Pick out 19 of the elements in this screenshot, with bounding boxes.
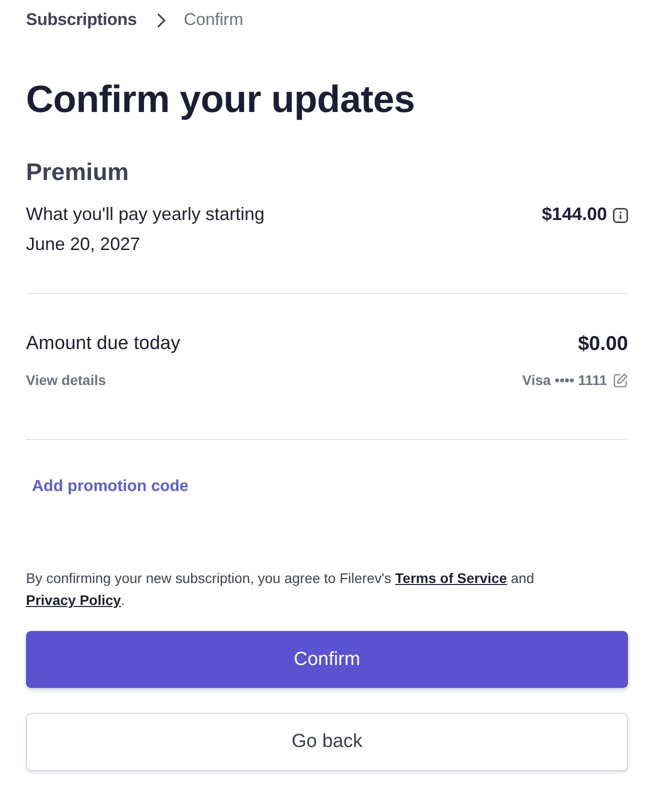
plan-price: $144.00 [542, 203, 607, 226]
terms-link[interactable]: Terms of Service [395, 570, 507, 586]
amount-due-label: Amount due today [26, 332, 180, 356]
info-icon[interactable] [613, 208, 628, 222]
confirm-button[interactable]: Confirm [26, 631, 628, 688]
payment-method: Visa •••• 1111 [522, 371, 607, 390]
edit-icon[interactable] [613, 372, 628, 388]
policy-link[interactable]: Privacy Policy [26, 592, 121, 608]
breadcrumb-current: Confirm [184, 10, 244, 30]
breadcrumb-link[interactable]: Subscriptions [26, 10, 137, 30]
plan-name: Premium [26, 158, 130, 188]
plan-description: What you'll pay yearly starting June 20, 2027 [26, 203, 266, 256]
amount-due-value: $0.00 [578, 332, 628, 357]
chevron-right-icon [156, 12, 166, 28]
add-promotion-code-link[interactable]: Add promotion code [32, 476, 188, 498]
legal-text: By confirming your new subscription, you agree to Filerev's Terms of Service and Privacy Policy. [26, 569, 536, 610]
view-details-link[interactable]: View details [26, 370, 106, 390]
go-back-button[interactable]: Go back [26, 713, 628, 771]
page-title: Confirm your updates [26, 78, 416, 123]
